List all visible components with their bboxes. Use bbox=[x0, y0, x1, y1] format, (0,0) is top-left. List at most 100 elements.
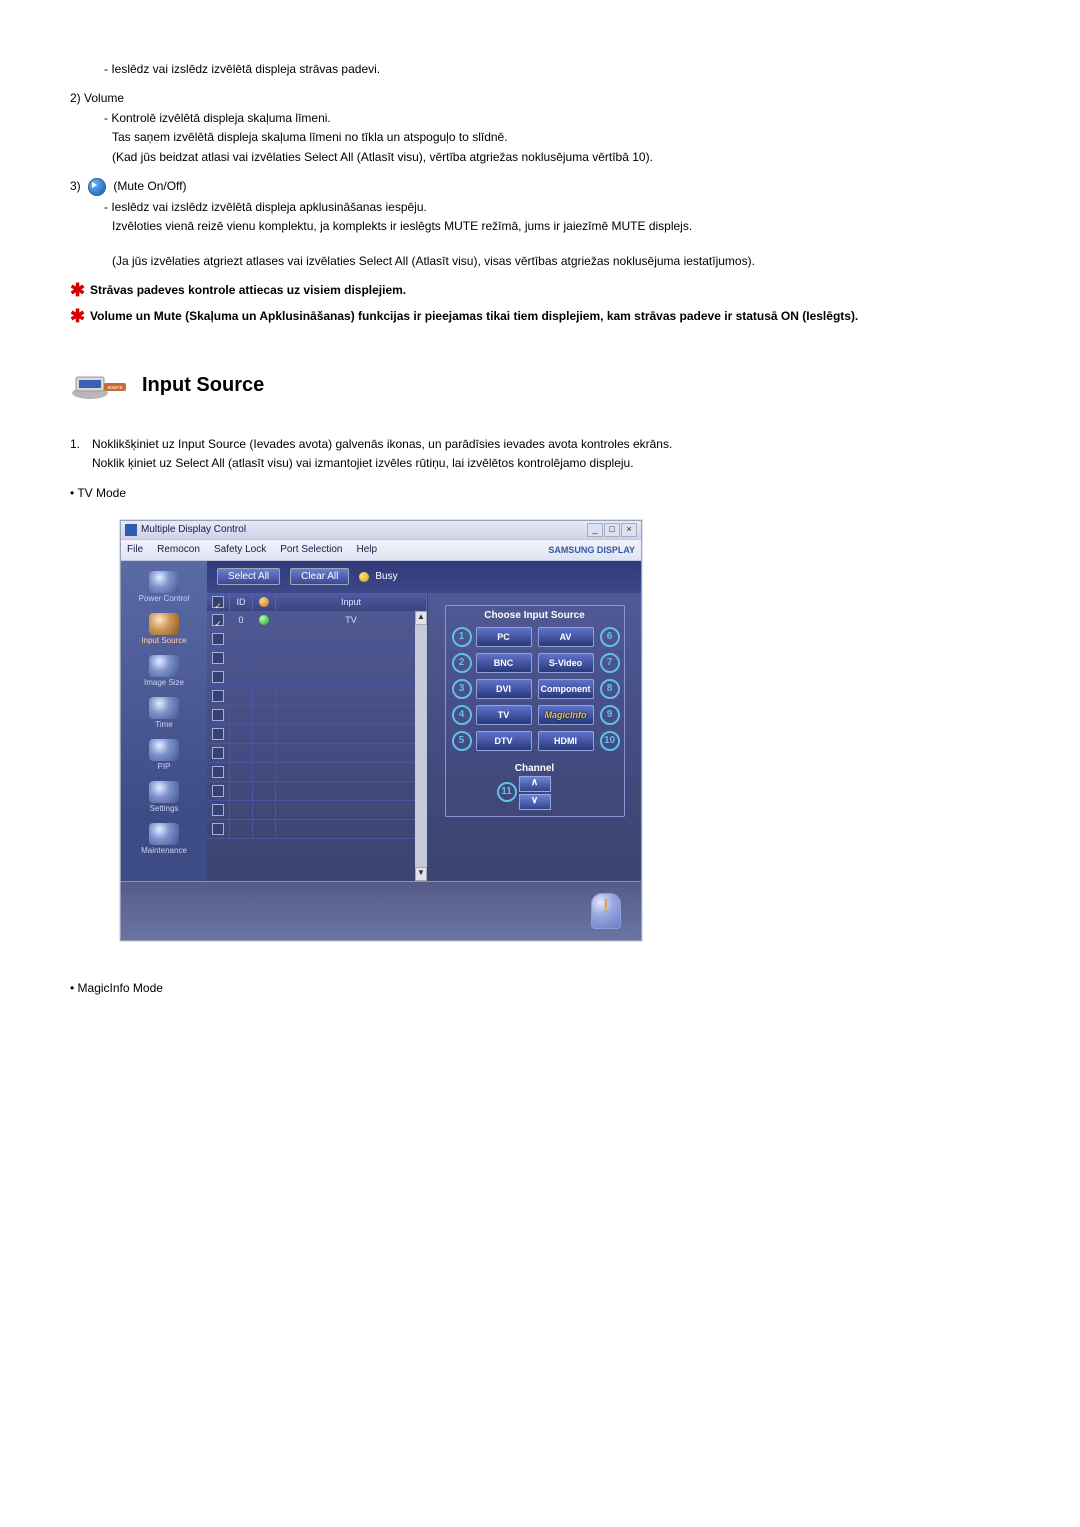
row-checkbox[interactable] bbox=[212, 709, 224, 721]
info-icon[interactable]: ! bbox=[591, 893, 621, 929]
callout-9: 9 bbox=[600, 705, 620, 725]
sidebar-item-settings[interactable]: Settings bbox=[129, 779, 199, 817]
row-checkbox[interactable] bbox=[212, 747, 224, 759]
speaker-icon bbox=[88, 178, 106, 196]
titlebar: Multiple Display Control _ □ × bbox=[121, 521, 641, 540]
mdc-window: Multiple Display Control _ □ × File Remo… bbox=[120, 520, 642, 941]
callout-7: 7 bbox=[600, 653, 620, 673]
item3-line2: Izvēloties vienā reizē vienu komplektu, … bbox=[112, 217, 1030, 236]
callout-10: 10 bbox=[600, 731, 620, 751]
source-dtv-button[interactable]: DTV bbox=[476, 731, 532, 751]
source-av-button[interactable]: AV bbox=[538, 627, 594, 647]
row-checkbox[interactable] bbox=[212, 804, 224, 816]
channel-up-button[interactable]: ∧ bbox=[519, 776, 551, 792]
sidebar-label-pip: PIP bbox=[158, 762, 171, 771]
row-checkbox[interactable] bbox=[212, 785, 224, 797]
col-check[interactable] bbox=[207, 593, 230, 611]
select-all-button[interactable]: Select All bbox=[217, 568, 280, 585]
item3-number: 3) bbox=[70, 179, 81, 193]
table-row[interactable]: 0 TV bbox=[207, 611, 427, 630]
sidebar-label-image: Image Size bbox=[144, 678, 184, 687]
scroll-down-icon[interactable]: ▼ bbox=[415, 867, 427, 881]
channel-down-button[interactable]: ∨ bbox=[519, 794, 551, 810]
menu-remocon[interactable]: Remocon bbox=[157, 544, 200, 555]
source-hdmi-button[interactable]: HDMI bbox=[538, 731, 594, 751]
menu-help[interactable]: Help bbox=[356, 544, 377, 555]
pip-icon bbox=[149, 739, 179, 761]
source-svideo-button[interactable]: S-Video bbox=[538, 653, 594, 673]
callout-2: 2 bbox=[452, 653, 472, 673]
sidebar-item-power[interactable]: Power Control bbox=[129, 569, 199, 607]
sidebar-item-pip[interactable]: PIP bbox=[129, 737, 199, 775]
source-tv-button[interactable]: TV bbox=[476, 705, 532, 725]
grid-scrollbar[interactable]: ▲ ▼ bbox=[415, 611, 427, 881]
sidebar-label-input: Input Source bbox=[141, 636, 186, 645]
bullet-tv-mode: • TV Mode bbox=[70, 486, 1030, 500]
maintenance-icon bbox=[149, 823, 179, 845]
maximize-button[interactable]: □ bbox=[604, 523, 620, 537]
row-checkbox[interactable] bbox=[212, 766, 224, 778]
note-1: ✱ Strāvas padeves kontrole attiecas uz v… bbox=[70, 281, 1030, 299]
sidebar: Power Control Input Source Image Size bbox=[121, 561, 207, 881]
sidebar-item-image-size[interactable]: Image Size bbox=[129, 653, 199, 691]
source-bnc-button[interactable]: BNC bbox=[476, 653, 532, 673]
row-input: TV bbox=[276, 611, 427, 629]
section-title: Input Source bbox=[142, 374, 264, 397]
clear-all-button[interactable]: Clear All bbox=[290, 568, 349, 585]
col-power bbox=[253, 593, 276, 611]
source-component-button[interactable]: Component bbox=[538, 679, 594, 699]
source-dvi-button[interactable]: DVI bbox=[476, 679, 532, 699]
item3-line3: (Ja jūs izvēlaties atgriezt atlases vai … bbox=[112, 252, 1030, 271]
sidebar-item-input[interactable]: Input Source bbox=[129, 611, 199, 649]
volume-item: 2) Volume - Kontrolē izvēlētā displeja s… bbox=[70, 89, 1030, 167]
source-pc-button[interactable]: PC bbox=[476, 627, 532, 647]
callout-6: 6 bbox=[600, 627, 620, 647]
item2-line1: - Kontrolē izvēlētā displeja skaļuma līm… bbox=[104, 109, 1030, 128]
minimize-button[interactable]: _ bbox=[587, 523, 603, 537]
note-2-text: Volume un Mute (Skaļuma un Apklusināšana… bbox=[90, 307, 858, 325]
menu-safety-lock[interactable]: Safety Lock bbox=[214, 544, 266, 555]
display-grid: ID Input 0 TV bbox=[207, 593, 428, 881]
star-icon: ✱ bbox=[70, 281, 90, 299]
item2-line3: (Kad jūs beidzat atlasi vai izvēlaties S… bbox=[112, 148, 1030, 167]
power-sub-text: - Ieslēdz vai izslēdz izvēlētā displeja … bbox=[104, 60, 1030, 79]
busy-label: Busy bbox=[375, 571, 397, 582]
row-checkbox[interactable] bbox=[212, 652, 224, 664]
step-1: 1. Noklikšķiniet uz Input Source (Ievade… bbox=[70, 435, 1030, 473]
callout-4: 4 bbox=[452, 705, 472, 725]
step1-line1: Noklikšķiniet uz Input Source (Ievades a… bbox=[92, 435, 672, 454]
item2-number: 2) bbox=[70, 91, 81, 105]
row-checkbox[interactable] bbox=[212, 690, 224, 702]
row-checkbox[interactable] bbox=[212, 823, 224, 835]
item3-line1: - Ieslēdz vai izslēdz izvēlētā displeja … bbox=[104, 198, 1030, 217]
sidebar-item-maintenance[interactable]: Maintenance bbox=[129, 821, 199, 859]
image-size-icon bbox=[149, 655, 179, 677]
sidebar-label-settings: Settings bbox=[150, 804, 179, 813]
input-icon bbox=[149, 613, 179, 635]
mdc-screenshot: Multiple Display Control _ □ × File Remo… bbox=[120, 520, 1030, 941]
note-2: ✱ Volume un Mute (Skaļuma un Apklusināša… bbox=[70, 307, 1030, 325]
row-power-led bbox=[259, 615, 269, 625]
menu-file[interactable]: File bbox=[127, 544, 143, 555]
row-checkbox[interactable] bbox=[212, 728, 224, 740]
busy-indicator: Busy bbox=[359, 571, 397, 582]
star-icon: ✱ bbox=[70, 307, 90, 325]
bullet-magicinfo-mode: • MagicInfo Mode bbox=[70, 981, 1030, 995]
chooser-title: Choose Input Source bbox=[446, 606, 624, 627]
section-header: source Input Source bbox=[70, 365, 1030, 405]
channel-section: Channel 11 ∧ ∨ bbox=[446, 763, 624, 810]
sidebar-item-time[interactable]: Time bbox=[129, 695, 199, 733]
row-checkbox[interactable] bbox=[212, 614, 224, 626]
input-source-panel: Choose Input Source 1 PC AV 6 2 BNC S-Vi bbox=[428, 593, 641, 881]
row-checkbox[interactable] bbox=[212, 671, 224, 683]
brand-label: SAMSUNG DISPLAY bbox=[548, 545, 635, 555]
sidebar-label-time: Time bbox=[155, 720, 172, 729]
row-checkbox[interactable] bbox=[212, 633, 224, 645]
callout-5: 5 bbox=[452, 731, 472, 751]
source-magicinfo-button[interactable]: MagicInfo bbox=[538, 705, 594, 725]
svg-text:source: source bbox=[107, 385, 122, 391]
scroll-up-icon[interactable]: ▲ bbox=[415, 611, 427, 625]
menu-port-selection[interactable]: Port Selection bbox=[280, 544, 342, 555]
close-button[interactable]: × bbox=[621, 523, 637, 537]
busy-icon bbox=[359, 572, 369, 582]
